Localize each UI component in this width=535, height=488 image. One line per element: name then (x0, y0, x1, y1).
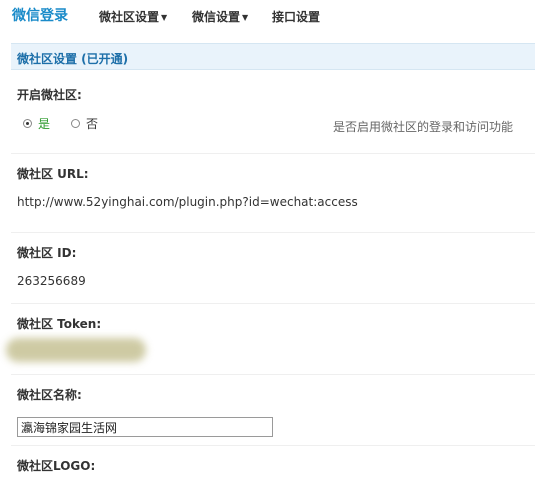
radio-checked-icon (23, 119, 32, 128)
enable-label: 开启微社区: (17, 88, 82, 102)
logo-label: 微社区LOGO: (17, 459, 96, 473)
name-label: 微社区名称: (17, 388, 82, 402)
radio-unchecked-icon (71, 119, 80, 128)
enable-no-radio[interactable]: 否 (71, 115, 98, 132)
menu-api-settings-label: 接口设置 (272, 10, 321, 24)
enable-yes-radio[interactable]: 是 (23, 115, 50, 132)
menu-api-settings[interactable]: 接口设置 (272, 8, 320, 25)
menu-community-settings[interactable]: 微社区设置 ▼ (99, 8, 167, 25)
chevron-down-icon: ▼ (242, 13, 249, 22)
divider (11, 303, 535, 304)
divider (11, 232, 535, 233)
enable-yes-label: 是 (38, 117, 51, 131)
url-value: http://www.52yinghai.com/plugin.php?id=w… (17, 195, 358, 209)
community-name-input[interactable] (17, 417, 273, 437)
menu-wechat-settings-label: 微信设置 (192, 10, 241, 24)
divider (11, 153, 535, 154)
chevron-down-icon: ▼ (161, 13, 168, 22)
token-label: 微社区 Token: (17, 317, 102, 331)
section-header: 微社区设置 (已开通) (11, 43, 535, 70)
divider (11, 374, 535, 375)
id-value: 263256689 (17, 274, 86, 288)
token-redacted-value (6, 338, 146, 362)
menu-community-settings-label: 微社区设置 (99, 10, 160, 24)
brand-title: 微信登录 (12, 8, 68, 24)
section-title: 微社区设置 (已开通) (17, 52, 129, 66)
enable-no-label: 否 (86, 117, 99, 131)
menu-wechat-settings[interactable]: 微信设置 ▼ (192, 8, 248, 25)
divider (11, 445, 535, 446)
top-nav: 微信登录 微社区设置 ▼ 微信设置 ▼ 接口设置 (0, 0, 535, 32)
url-label: 微社区 URL: (17, 167, 89, 181)
id-label: 微社区 ID: (17, 246, 77, 260)
enable-hint: 是否启用微社区的登录和访问功能 (333, 120, 514, 134)
